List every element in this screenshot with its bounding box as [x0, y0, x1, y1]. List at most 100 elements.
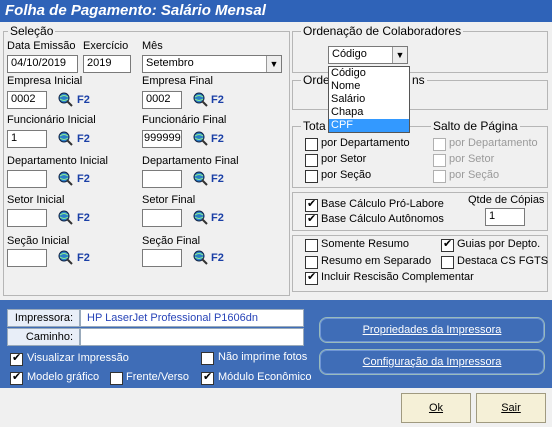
destaca-cs-fgts-label: Destaca CS FGTS	[457, 255, 549, 267]
empresa-final-label: Empresa Final	[142, 75, 213, 87]
totais-departamento-checkbox[interactable]	[305, 138, 318, 151]
salto-title: Salto de Página	[431, 119, 520, 133]
guias-depto-label: Guias por Depto.	[457, 238, 541, 250]
secao-inicial-label: Seção Inicial	[7, 235, 70, 247]
f2-shortcut: F2	[77, 133, 90, 145]
secao-final-label: Seção Final	[142, 235, 201, 247]
nao-imprime-fotos-label: Não imprime fotos	[218, 351, 308, 363]
resumo-separado-checkbox[interactable]	[305, 256, 318, 269]
impressora-field[interactable]: HP LaserJet Professional P1606dn	[80, 309, 304, 327]
search-globe-icon[interactable]	[192, 249, 208, 265]
secao-inicial-field[interactable]	[7, 249, 47, 267]
search-globe-icon[interactable]	[192, 209, 208, 225]
f2-shortcut: F2	[211, 133, 224, 145]
totais-secao-checkbox[interactable]	[305, 170, 318, 183]
empresa-inicial-field[interactable]: 0002	[7, 91, 47, 109]
incluir-rescisao-checkbox[interactable]	[305, 270, 318, 285]
somente-resumo-label: Somente Resumo	[321, 238, 410, 250]
departamento-final-field[interactable]	[142, 170, 182, 188]
dropdown-option[interactable]: Nome	[329, 80, 409, 93]
ordenacao-title: Ordenação de Colaboradores	[301, 24, 464, 38]
frente-verso-checkbox[interactable]	[110, 372, 123, 385]
setor-inicial-field[interactable]	[7, 209, 47, 227]
salto-setor-checkbox[interactable]	[433, 154, 446, 167]
empresa-final-field[interactable]: 0002	[142, 91, 182, 109]
pro-labore-checkbox[interactable]	[305, 197, 318, 212]
search-globe-icon[interactable]	[57, 130, 73, 146]
salto-departamento-label: por Departamento	[449, 137, 538, 149]
salto-secao-checkbox[interactable]	[433, 170, 446, 183]
dropdown-option[interactable]: Código	[329, 67, 409, 80]
visualizar-impressao-label: Visualizar Impressão	[27, 352, 129, 364]
ok-button[interactable]: Ok	[401, 393, 471, 423]
search-globe-icon[interactable]	[192, 130, 208, 146]
modulo-economico-checkbox[interactable]	[201, 370, 214, 385]
window-title: Folha de Pagamento: Salário Mensal	[5, 2, 266, 19]
ordenacao-value: Código	[332, 48, 367, 60]
somente-resumo-checkbox[interactable]	[305, 239, 318, 252]
search-globe-icon[interactable]	[57, 209, 73, 225]
search-globe-icon[interactable]	[57, 249, 73, 265]
totais-title: Tota	[301, 119, 328, 133]
qtde-copias-field[interactable]: 1	[485, 208, 525, 226]
totais-departamento-label: por Departamento	[321, 137, 410, 149]
destaca-cs-fgts-checkbox[interactable]	[441, 256, 454, 269]
modelo-grafico-checkbox[interactable]	[10, 370, 23, 385]
f2-shortcut: F2	[211, 212, 224, 224]
departamento-inicial-field[interactable]	[7, 170, 47, 188]
empresa-inicial-label: Empresa Inicial	[7, 75, 83, 87]
ordenacao-dropdown-list: Código Nome Salário Chapa CPF	[328, 66, 410, 133]
setor-final-field[interactable]	[142, 209, 182, 227]
funcionario-inicial-field[interactable]: 1	[7, 130, 47, 148]
chevron-down-icon[interactable]: ▼	[392, 47, 407, 63]
f2-shortcut: F2	[77, 94, 90, 106]
ordenacao-select[interactable]: Código ▼	[328, 46, 408, 64]
modulo-economico-label: Módulo Econômico	[218, 371, 312, 383]
selecao-title: Seleção	[8, 24, 56, 38]
resumo-separado-label: Resumo em Separado	[321, 255, 432, 267]
funcionario-final-field[interactable]: 999999	[142, 130, 182, 148]
f2-shortcut: F2	[77, 252, 90, 264]
exercicio-field[interactable]: 2019	[83, 55, 131, 73]
title-bar: Folha de Pagamento: Salário Mensal	[0, 0, 552, 22]
f2-shortcut: F2	[211, 252, 224, 264]
departamento-final-label: Departamento Final	[142, 155, 239, 167]
ordem-title-tail: ns	[410, 73, 427, 87]
exercicio-label: Exercício	[83, 40, 129, 52]
configuracao-impressora-button[interactable]: Configuração da Impressora	[319, 349, 545, 375]
data-emissao-field[interactable]: 04/10/2019	[7, 55, 78, 73]
caminho-label: Caminho:	[7, 328, 80, 346]
dropdown-option[interactable]: Salário	[329, 93, 409, 106]
mes-label: Mês	[142, 40, 163, 52]
propriedades-impressora-button[interactable]: Propriedades da Impressora	[319, 317, 545, 343]
salto-departamento-checkbox[interactable]	[433, 138, 446, 151]
departamento-inicial-label: Departamento Inicial	[7, 155, 108, 167]
visualizar-impressao-checkbox[interactable]	[10, 351, 23, 366]
modelo-grafico-label: Modelo gráfico	[27, 371, 100, 383]
pro-labore-label: Base Cálculo Pró-Labore	[321, 198, 444, 210]
mes-select[interactable]: Setembro ▼	[142, 55, 282, 73]
chevron-down-icon[interactable]: ▼	[266, 56, 281, 72]
funcionario-inicial-label: Funcionário Inicial	[7, 114, 96, 126]
search-globe-icon[interactable]	[57, 91, 73, 107]
setor-inicial-label: Setor Inicial	[7, 194, 65, 206]
nao-imprime-fotos-checkbox[interactable]	[201, 352, 214, 365]
frente-verso-label: Frente/Verso	[126, 371, 189, 383]
mes-value: Setembro	[146, 57, 194, 69]
autonomos-label: Base Cálculo Autônomos	[321, 213, 444, 225]
qtde-copias-label: Qtde de Cópias	[468, 194, 545, 206]
caminho-field[interactable]	[80, 328, 304, 346]
guias-depto-checkbox[interactable]	[441, 237, 454, 252]
search-globe-icon[interactable]	[192, 170, 208, 186]
f2-shortcut: F2	[211, 94, 224, 106]
dropdown-option-highlighted[interactable]: CPF	[329, 119, 409, 132]
setor-final-label: Setor Final	[142, 194, 196, 206]
totais-setor-checkbox[interactable]	[305, 154, 318, 167]
salto-secao-label: por Seção	[449, 169, 500, 181]
sair-button[interactable]: Sair	[476, 393, 546, 423]
search-globe-icon[interactable]	[192, 91, 208, 107]
dropdown-option[interactable]: Chapa	[329, 106, 409, 119]
search-globe-icon[interactable]	[57, 170, 73, 186]
autonomos-checkbox[interactable]	[305, 212, 318, 227]
secao-final-field[interactable]	[142, 249, 182, 267]
